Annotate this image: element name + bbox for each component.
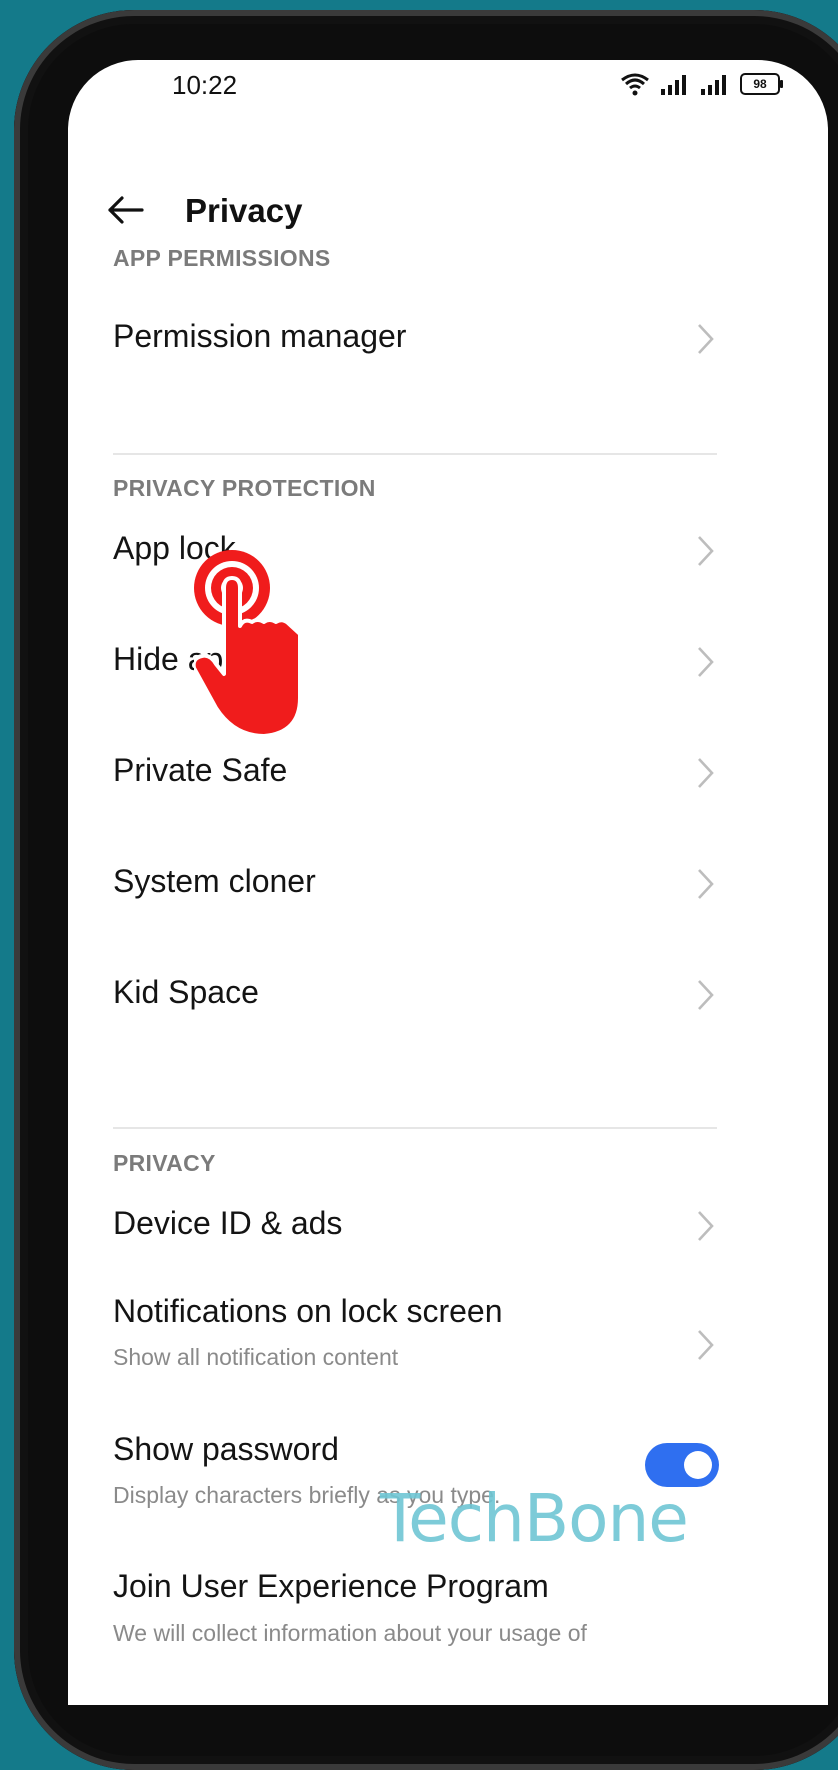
item-label: System cloner (113, 863, 316, 899)
status-bar: 10:22 98 (68, 60, 828, 110)
settings-item-system-cloner[interactable]: System cloner (68, 843, 828, 933)
status-time: 10:22 (172, 70, 238, 100)
item-label: Notifications on lock screen (113, 1293, 503, 1329)
toggle-knob (684, 1451, 712, 1479)
back-button[interactable] (104, 188, 148, 232)
chevron-right-icon (698, 980, 714, 1010)
item-label: Permission manager (113, 318, 407, 354)
arrow-left-icon (108, 196, 144, 224)
settings-item-permission-manager[interactable]: Permission manager (68, 300, 828, 380)
item-label: Private Safe (113, 752, 288, 788)
settings-item-private-safe[interactable]: Private Safe (68, 732, 828, 822)
divider (113, 1127, 717, 1129)
settings-item-hide-apps[interactable]: Hide apps (68, 621, 828, 711)
section-header-privacy-protection: PRIVACY PROTECTION (113, 475, 376, 501)
settings-item-device-id-ads[interactable]: Device ID & ads (68, 1185, 828, 1275)
chevron-right-icon (698, 869, 714, 899)
phone-frame: 10:22 98 Privacy APP PERMISSIONS Permiss… (14, 10, 838, 1770)
item-label: Join User Experience Program (113, 1568, 549, 1604)
signal-icon (701, 75, 726, 95)
section-header-app-permissions: APP PERMISSIONS (113, 245, 331, 271)
item-label: Kid Space (113, 974, 259, 1010)
item-label: Device ID & ads (113, 1205, 343, 1241)
item-subtitle: Show all notification content (113, 1344, 399, 1370)
chevron-right-icon (698, 536, 714, 566)
settings-item-kid-space[interactable]: Kid Space (68, 954, 828, 1044)
section-header-privacy: PRIVACY (113, 1150, 216, 1176)
page-title: Privacy (185, 192, 303, 229)
settings-item-app-lock[interactable]: App lock (68, 510, 828, 600)
settings-item-notifications-lock-screen[interactable]: Notifications on lock screen Show all no… (68, 1285, 828, 1405)
battery-icon: 98 (740, 73, 783, 95)
wifi-icon (621, 73, 649, 96)
signal-icon (661, 75, 686, 95)
chevron-right-icon (698, 647, 714, 677)
chevron-right-icon (698, 324, 714, 354)
watermark: TechBone (380, 1480, 689, 1557)
hand-pointer-tap-icon (194, 550, 302, 738)
item-label: Show password (113, 1431, 339, 1467)
settings-item-user-experience-program[interactable]: Join User Experience Program We will col… (68, 1560, 828, 1705)
chevron-right-icon (698, 758, 714, 788)
divider (113, 453, 717, 455)
header: Privacy (68, 170, 828, 250)
chevron-right-icon (698, 1211, 714, 1241)
item-subtitle: We will collect information about your u… (113, 1620, 587, 1646)
screen: 10:22 98 Privacy APP PERMISSIONS Permiss… (68, 60, 828, 1705)
battery-level: 98 (753, 77, 767, 91)
chevron-right-icon (698, 1330, 714, 1360)
status-icons: 98 (620, 72, 783, 96)
